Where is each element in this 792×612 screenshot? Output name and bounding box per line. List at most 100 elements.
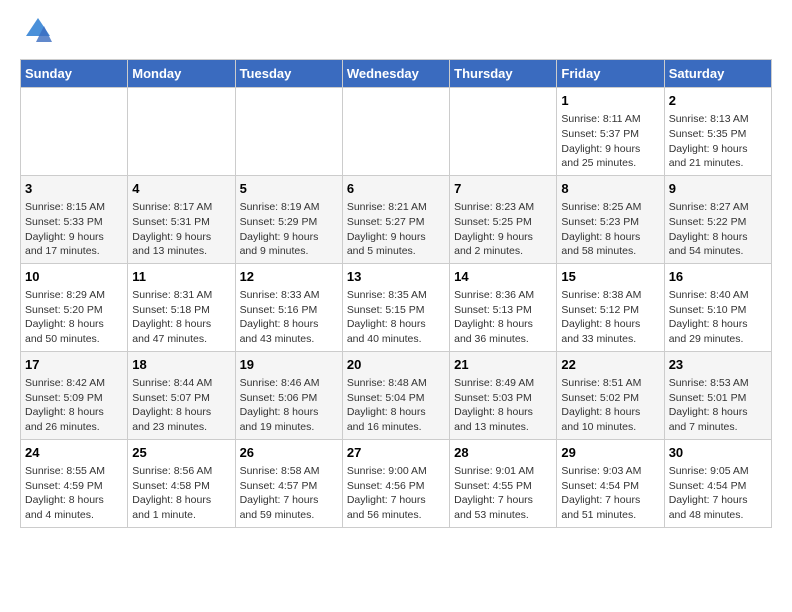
- day-info: Sunrise: 8:49 AMSunset: 5:03 PMDaylight:…: [454, 376, 552, 435]
- day-info: Sunrise: 8:19 AMSunset: 5:29 PMDaylight:…: [240, 200, 338, 259]
- day-info: Sunrise: 8:46 AMSunset: 5:06 PMDaylight:…: [240, 376, 338, 435]
- day-number: 10: [25, 268, 123, 286]
- day-number: 12: [240, 268, 338, 286]
- logo: [20, 20, 52, 49]
- calendar-cell: 13Sunrise: 8:35 AMSunset: 5:15 PMDayligh…: [342, 263, 449, 351]
- day-info: Sunrise: 8:56 AMSunset: 4:58 PMDaylight:…: [132, 464, 230, 523]
- calendar-cell: [342, 88, 449, 176]
- day-number: 26: [240, 444, 338, 462]
- day-number: 21: [454, 356, 552, 374]
- day-number: 5: [240, 180, 338, 198]
- calendar-week-row: 1 Sunrise: 8:11 AMSunset: 5:37 PMDaylight…: [21, 88, 772, 176]
- day-info: Sunrise: 8:44 AMSunset: 5:07 PMDaylight:…: [132, 376, 230, 435]
- day-info: Sunrise: 8:55 AMSunset: 4:59 PMDaylight:…: [25, 464, 123, 523]
- page-header: [20, 20, 772, 49]
- calendar-week-row: 24 Sunrise: 8:55 AMSunset: 4:59 PMDayligh…: [21, 439, 772, 527]
- weekday-header-saturday: Saturday: [664, 60, 771, 88]
- calendar-cell: 27 Sunrise: 9:00 AMSunset: 4:56 PMDayligh…: [342, 439, 449, 527]
- day-number: 20: [347, 356, 445, 374]
- calendar-cell: 30 Sunrise: 9:05 AMSunset: 4:54 PMDayligh…: [664, 439, 771, 527]
- day-number: 15: [561, 268, 659, 286]
- calendar-cell: 2Sunrise: 8:13 AMSunset: 5:35 PMDaylight…: [664, 88, 771, 176]
- day-number: 2: [669, 92, 767, 110]
- day-info: Sunrise: 8:21 AMSunset: 5:27 PMDaylight:…: [347, 200, 445, 259]
- day-info: Sunrise: 8:51 AMSunset: 5:02 PMDaylight:…: [561, 376, 659, 435]
- day-number: 19: [240, 356, 338, 374]
- calendar-week-row: 3 Sunrise: 8:15 AMSunset: 5:33 PMDaylight…: [21, 175, 772, 263]
- calendar-cell: 29 Sunrise: 9:03 AMSunset: 4:54 PMDayligh…: [557, 439, 664, 527]
- day-info: Sunrise: 9:00 AMSunset: 4:56 PMDaylight:…: [347, 464, 445, 523]
- day-number: 17: [25, 356, 123, 374]
- day-info: Sunrise: 8:38 AMSunset: 5:12 PMDaylight:…: [561, 288, 659, 347]
- calendar-cell: 18 Sunrise: 8:44 AMSunset: 5:07 PMDayligh…: [128, 351, 235, 439]
- day-info: Sunrise: 8:58 AMSunset: 4:57 PMDaylight:…: [240, 464, 338, 523]
- weekday-header-tuesday: Tuesday: [235, 60, 342, 88]
- day-number: 11: [132, 268, 230, 286]
- calendar-cell: 23 Sunrise: 8:53 AMSunset: 5:01 PMDayligh…: [664, 351, 771, 439]
- weekday-header-monday: Monday: [128, 60, 235, 88]
- calendar-cell: 10 Sunrise: 8:29 AMSunset: 5:20 PMDayligh…: [21, 263, 128, 351]
- day-number: 14: [454, 268, 552, 286]
- calendar-cell: 7 Sunrise: 8:23 AMSunset: 5:25 PMDaylight…: [450, 175, 557, 263]
- day-info: Sunrise: 8:53 AMSunset: 5:01 PMDaylight:…: [669, 376, 767, 435]
- day-number: 30: [669, 444, 767, 462]
- day-number: 23: [669, 356, 767, 374]
- logo-icon: [24, 16, 52, 49]
- calendar-cell: 25 Sunrise: 8:56 AMSunset: 4:58 PMDayligh…: [128, 439, 235, 527]
- day-info: Sunrise: 9:01 AMSunset: 4:55 PMDaylight:…: [454, 464, 552, 523]
- calendar-cell: 21 Sunrise: 8:49 AMSunset: 5:03 PMDayligh…: [450, 351, 557, 439]
- calendar-cell: [128, 88, 235, 176]
- day-info: Sunrise: 8:42 AMSunset: 5:09 PMDaylight:…: [25, 376, 123, 435]
- calendar-cell: 17 Sunrise: 8:42 AMSunset: 5:09 PMDayligh…: [21, 351, 128, 439]
- weekday-header-wednesday: Wednesday: [342, 60, 449, 88]
- day-info: Sunrise: 8:23 AMSunset: 5:25 PMDaylight:…: [454, 200, 552, 259]
- day-info: Sunrise: 8:15 AMSunset: 5:33 PMDaylight:…: [25, 200, 123, 259]
- calendar-cell: 9 Sunrise: 8:27 AMSunset: 5:22 PMDaylight…: [664, 175, 771, 263]
- calendar-cell: 5 Sunrise: 8:19 AMSunset: 5:29 PMDaylight…: [235, 175, 342, 263]
- day-number: 29: [561, 444, 659, 462]
- calendar-cell: 12Sunrise: 8:33 AMSunset: 5:16 PMDayligh…: [235, 263, 342, 351]
- calendar-table: SundayMondayTuesdayWednesdayThursdayFrid…: [20, 59, 772, 528]
- day-info: Sunrise: 8:25 AMSunset: 5:23 PMDaylight:…: [561, 200, 659, 259]
- day-number: 6: [347, 180, 445, 198]
- day-info: Sunrise: 8:36 AMSunset: 5:13 PMDaylight:…: [454, 288, 552, 347]
- day-number: 1: [561, 92, 659, 110]
- calendar-cell: 4Sunrise: 8:17 AMSunset: 5:31 PMDaylight…: [128, 175, 235, 263]
- day-number: 9: [669, 180, 767, 198]
- day-number: 7: [454, 180, 552, 198]
- day-info: Sunrise: 8:17 AMSunset: 5:31 PMDaylight:…: [132, 200, 230, 259]
- weekday-header-friday: Friday: [557, 60, 664, 88]
- calendar-header-row: SundayMondayTuesdayWednesdayThursdayFrid…: [21, 60, 772, 88]
- calendar-cell: [450, 88, 557, 176]
- day-info: Sunrise: 8:11 AMSunset: 5:37 PMDaylight:…: [561, 112, 659, 171]
- day-info: Sunrise: 9:05 AMSunset: 4:54 PMDaylight:…: [669, 464, 767, 523]
- calendar-cell: 3 Sunrise: 8:15 AMSunset: 5:33 PMDaylight…: [21, 175, 128, 263]
- day-number: 25: [132, 444, 230, 462]
- day-number: 28: [454, 444, 552, 462]
- calendar-cell: [21, 88, 128, 176]
- weekday-header-sunday: Sunday: [21, 60, 128, 88]
- day-info: Sunrise: 9:03 AMSunset: 4:54 PMDaylight:…: [561, 464, 659, 523]
- calendar-cell: 11 Sunrise: 8:31 AMSunset: 5:18 PMDayligh…: [128, 263, 235, 351]
- day-number: 16: [669, 268, 767, 286]
- day-number: 27: [347, 444, 445, 462]
- weekday-header-thursday: Thursday: [450, 60, 557, 88]
- day-info: Sunrise: 8:27 AMSunset: 5:22 PMDaylight:…: [669, 200, 767, 259]
- day-number: 3: [25, 180, 123, 198]
- calendar-cell: 26 Sunrise: 8:58 AMSunset: 4:57 PMDayligh…: [235, 439, 342, 527]
- day-number: 22: [561, 356, 659, 374]
- day-number: 8: [561, 180, 659, 198]
- calendar-cell: 16Sunrise: 8:40 AMSunset: 5:10 PMDayligh…: [664, 263, 771, 351]
- day-number: 24: [25, 444, 123, 462]
- calendar-week-row: 10 Sunrise: 8:29 AMSunset: 5:20 PMDayligh…: [21, 263, 772, 351]
- day-info: Sunrise: 8:31 AMSunset: 5:18 PMDaylight:…: [132, 288, 230, 347]
- calendar-cell: 24 Sunrise: 8:55 AMSunset: 4:59 PMDayligh…: [21, 439, 128, 527]
- calendar-cell: 14 Sunrise: 8:36 AMSunset: 5:13 PMDayligh…: [450, 263, 557, 351]
- day-info: Sunrise: 8:29 AMSunset: 5:20 PMDaylight:…: [25, 288, 123, 347]
- calendar-cell: 8 Sunrise: 8:25 AMSunset: 5:23 PMDaylight…: [557, 175, 664, 263]
- calendar-cell: 28 Sunrise: 9:01 AMSunset: 4:55 PMDayligh…: [450, 439, 557, 527]
- day-number: 18: [132, 356, 230, 374]
- calendar-cell: 6 Sunrise: 8:21 AMSunset: 5:27 PMDaylight…: [342, 175, 449, 263]
- calendar-cell: 20Sunrise: 8:48 AMSunset: 5:04 PMDayligh…: [342, 351, 449, 439]
- calendar-cell: 1 Sunrise: 8:11 AMSunset: 5:37 PMDaylight…: [557, 88, 664, 176]
